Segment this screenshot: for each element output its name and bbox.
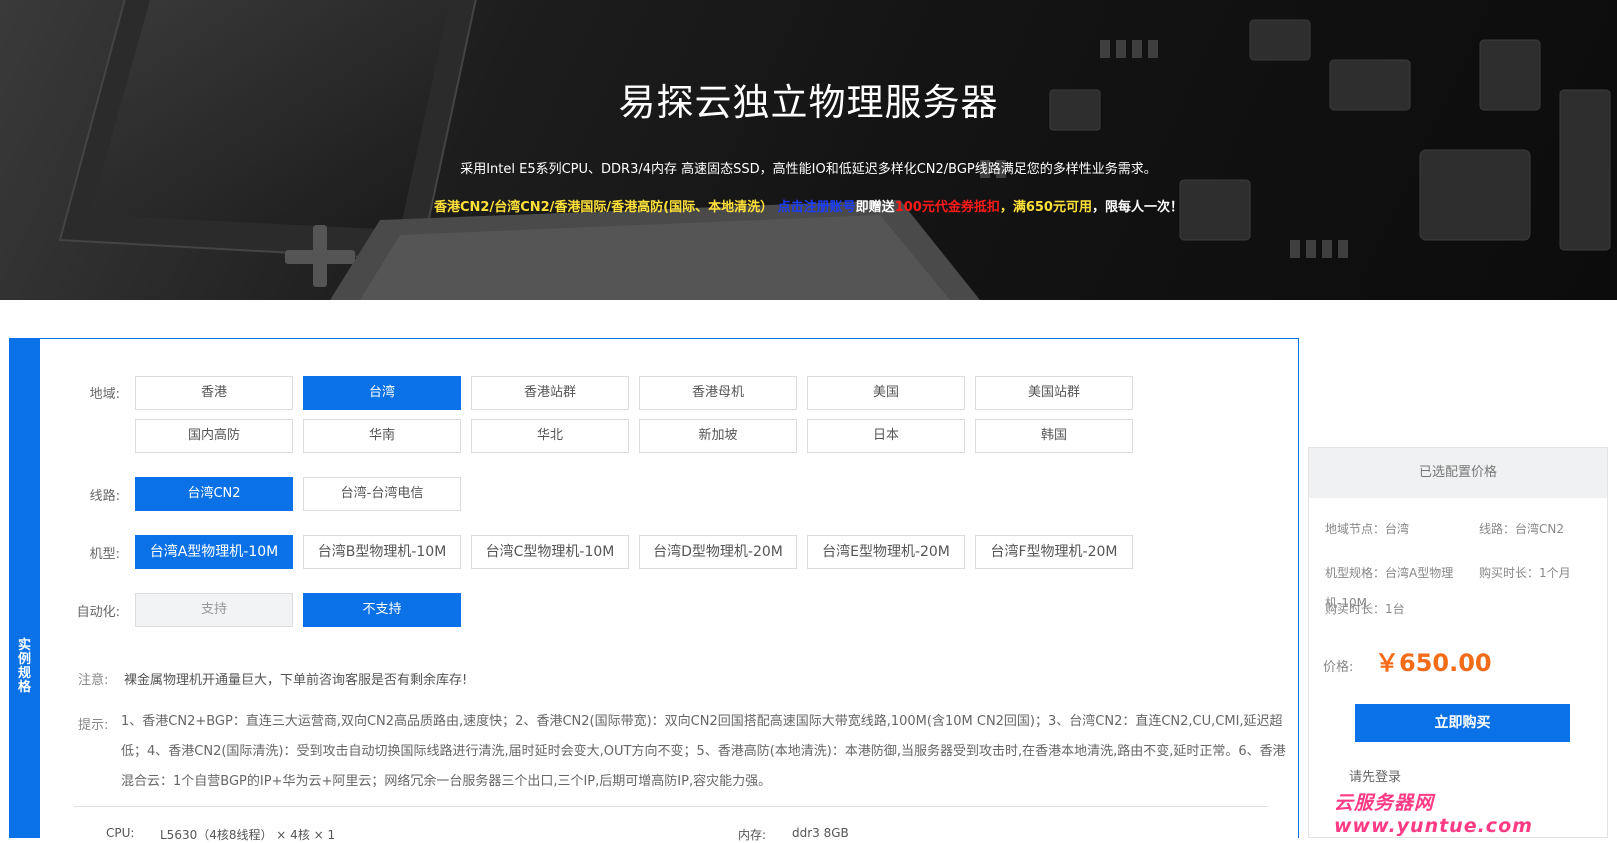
region-option-hk-host[interactable]: 香港母机 xyxy=(639,376,797,410)
region-option-taiwan[interactable]: 台湾 xyxy=(303,376,461,410)
summary-duration: 购买时长：1个月 xyxy=(1479,566,1571,580)
model-option-e[interactable]: 台湾E型物理机-20M xyxy=(807,535,965,569)
region-option-south-china[interactable]: 华南 xyxy=(303,419,461,453)
automation-option-unsupported[interactable]: 不支持 xyxy=(303,593,461,627)
buy-now-button[interactable]: 立即购买 xyxy=(1355,704,1570,742)
price-label: 价格: xyxy=(1323,660,1354,675)
region-option-japan[interactable]: 日本 xyxy=(807,419,965,453)
promo-coupon: 100元代金券抵扣 xyxy=(894,200,1000,215)
hero-banner: 易探云独立物理服务器 采用Intel E5系列CPU、DDR3/4内存 高速固态… xyxy=(0,0,1617,300)
tip-label: 提示: xyxy=(78,718,109,733)
circuit-board-background xyxy=(58,0,1611,300)
price-value: ￥650.00 xyxy=(1375,649,1492,677)
notice-label: 注意: xyxy=(78,673,109,688)
region-option-singapore[interactable]: 新加坡 xyxy=(639,419,797,453)
region-option-usa[interactable]: 美国 xyxy=(807,376,965,410)
promo-limit: ，限每人一次！ xyxy=(1091,200,1183,215)
register-link[interactable]: 点击注册账号 xyxy=(778,200,856,215)
summary-title: 已选配置价格 xyxy=(1309,448,1607,498)
summary-region: 地域节点：台湾 xyxy=(1325,522,1410,536)
promo-lines: 香港CN2/台湾CN2/香港国际/香港高防(国际、本地清洗） xyxy=(434,200,774,215)
spec-mem-label: 内存: xyxy=(738,828,767,842)
promo-gift: 即赠送 xyxy=(855,200,895,215)
line-option-taiwan-cn2[interactable]: 台湾CN2 xyxy=(135,477,293,511)
summary-line: 线路：台湾CN2 xyxy=(1479,522,1564,536)
region-option-usa-cluster[interactable]: 美国站群 xyxy=(975,376,1133,410)
line-label: 线路: xyxy=(89,489,120,504)
promo-condition: ，满650元可用 xyxy=(999,200,1092,215)
order-summary: 已选配置价格 地域节点：台湾 线路：台湾CN2 机型规格：台湾A型物理机-10M… xyxy=(1308,447,1608,838)
hero-promo: 香港CN2/台湾CN2/香港国际/香港高防(国际、本地清洗） 点击注册账号即赠送… xyxy=(0,196,1617,215)
model-label: 机型: xyxy=(89,547,120,562)
model-option-f[interactable]: 台湾F型物理机-20M xyxy=(975,535,1133,569)
hero-title: 易探云独立物理服务器 xyxy=(618,81,999,124)
model-option-d[interactable]: 台湾D型物理机-20M xyxy=(639,535,797,569)
region-option-hongkong[interactable]: 香港 xyxy=(135,376,293,410)
tip-text: 1、香港CN2+BGP：直连三大运营商,双向CN2高品质路由,速度快；2、香港C… xyxy=(121,714,1286,789)
region-option-korea[interactable]: 韩国 xyxy=(975,419,1133,453)
summary-quantity: 购买时长：1台 xyxy=(1325,602,1405,616)
login-link[interactable]: 请先登录 xyxy=(1349,766,1401,785)
hero-subtitle: 采用Intel E5系列CPU、DDR3/4内存 高速固态SSD，高性能IO和低… xyxy=(460,162,1157,177)
section-divider xyxy=(74,806,1267,807)
region-option-domestic-ddos[interactable]: 国内高防 xyxy=(135,419,293,453)
site-watermark: 云服务器网 www.yuntue.com xyxy=(1334,792,1533,837)
spec-cpu-value: L5630（4核8线程） × 4核 × 1 xyxy=(160,828,336,842)
line-option-taiwan-telecom[interactable]: 台湾-台湾电信 xyxy=(303,477,461,511)
region-option-north-china[interactable]: 华北 xyxy=(471,419,629,453)
model-option-a[interactable]: 台湾A型物理机-10M xyxy=(135,535,293,569)
side-tab-label: 实例规格 xyxy=(18,638,32,695)
region-label: 地域: xyxy=(89,387,120,402)
model-option-c[interactable]: 台湾C型物理机-10M xyxy=(471,535,629,569)
notice-text: 裸金属物理机开通量巨大，下单前咨询客服是否有剩余库存! xyxy=(124,673,468,688)
region-option-hk-cluster[interactable]: 香港站群 xyxy=(471,376,629,410)
automation-label: 自动化: xyxy=(76,605,120,620)
model-option-b[interactable]: 台湾B型物理机-10M xyxy=(303,535,461,569)
automation-option-supported[interactable]: 支持 xyxy=(135,593,293,627)
side-tab-instance-spec: 实例规格 xyxy=(10,339,40,838)
